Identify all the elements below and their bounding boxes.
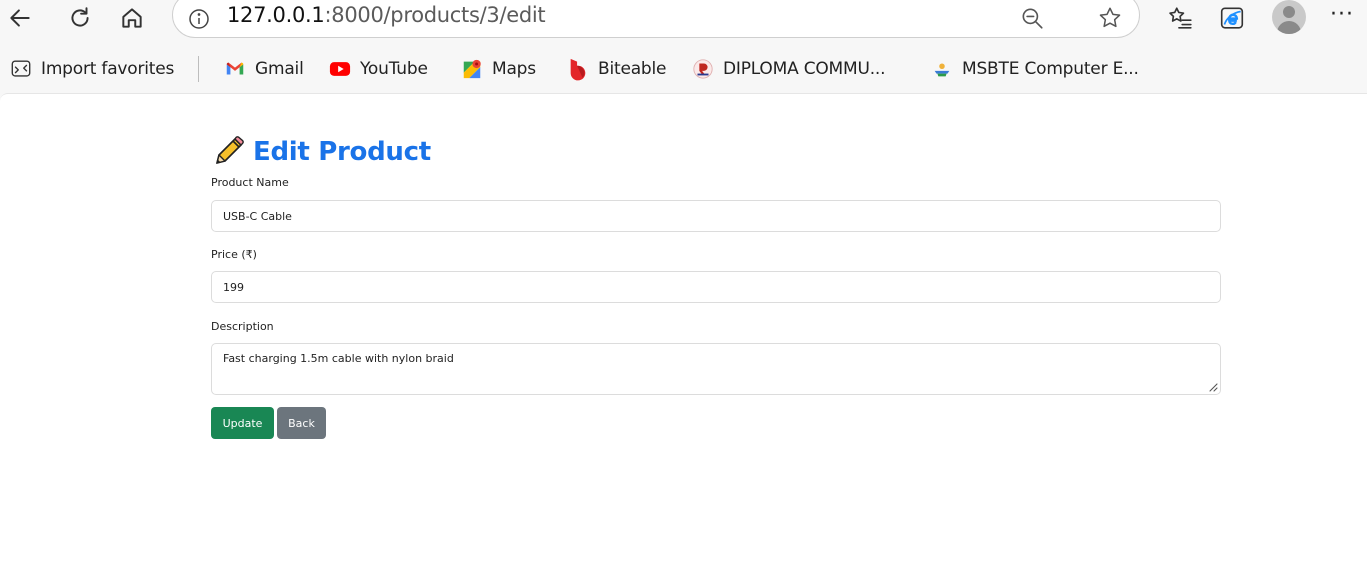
back-button[interactable]: Back bbox=[277, 407, 326, 439]
msbte-icon bbox=[931, 58, 953, 80]
favorite-biteable[interactable]: Biteable bbox=[567, 56, 667, 82]
favorite-label: DIPLOMA COMMU... bbox=[723, 59, 886, 79]
page-content: Edit Product Product Name Price (₹) Desc… bbox=[0, 93, 1367, 572]
favorite-label: MSBTE Computer E... bbox=[962, 59, 1139, 79]
product-name-label: Product Name bbox=[211, 176, 289, 189]
favorites-divider bbox=[198, 56, 199, 82]
product-name-input[interactable] bbox=[211, 200, 1221, 232]
pencil-icon bbox=[216, 136, 244, 164]
resize-grip-icon[interactable] bbox=[1208, 382, 1218, 392]
site-info-icon[interactable] bbox=[187, 7, 211, 31]
favorite-youtube[interactable]: YouTube bbox=[329, 56, 428, 82]
home-icon[interactable] bbox=[116, 2, 148, 34]
back-arrow-icon[interactable] bbox=[4, 2, 36, 34]
gmail-icon bbox=[224, 58, 246, 80]
url-host: 127.0.0.1 bbox=[227, 3, 325, 27]
diploma-icon bbox=[692, 58, 714, 80]
price-label: Price (₹) bbox=[211, 248, 257, 261]
favorite-gmail[interactable]: Gmail bbox=[224, 56, 304, 82]
youtube-icon bbox=[329, 58, 351, 80]
favorites-bar: Import favorites Gmail YouTube Maps Bite… bbox=[0, 48, 1367, 92]
favorites-list-icon[interactable] bbox=[1164, 2, 1196, 34]
browser-toolbar: 127.0.0.1:8000/products/3/edit ··· bbox=[0, 0, 1367, 40]
price-input[interactable] bbox=[211, 271, 1221, 303]
description-label: Description bbox=[211, 320, 274, 333]
update-button[interactable]: Update bbox=[211, 407, 274, 439]
description-textarea[interactable]: Fast charging 1.5m cable with nylon brai… bbox=[211, 343, 1221, 395]
more-menu-icon[interactable]: ··· bbox=[1330, 4, 1360, 30]
favorite-maps[interactable]: Maps bbox=[461, 56, 536, 82]
address-bar[interactable]: 127.0.0.1:8000/products/3/edit bbox=[172, 0, 1140, 38]
ie-mode-icon[interactable] bbox=[1216, 2, 1248, 34]
favorite-import-favorites[interactable]: Import favorites bbox=[10, 56, 174, 82]
favorite-label: YouTube bbox=[360, 59, 428, 79]
zoom-out-icon[interactable] bbox=[1019, 5, 1045, 31]
url-text[interactable]: 127.0.0.1:8000/products/3/edit bbox=[227, 3, 546, 27]
maps-icon bbox=[461, 58, 483, 80]
favorite-diploma[interactable]: DIPLOMA COMMU... bbox=[692, 56, 886, 82]
favorite-label: Import favorites bbox=[41, 59, 175, 79]
profile-avatar[interactable] bbox=[1272, 0, 1306, 34]
favorite-msbte[interactable]: MSBTE Computer E... bbox=[931, 56, 1139, 82]
refresh-icon[interactable] bbox=[64, 2, 96, 34]
favorite-label: Biteable bbox=[598, 59, 667, 79]
page-title: Edit Product bbox=[211, 134, 1221, 170]
edit-product-form: Edit Product Product Name Price (₹) Desc… bbox=[211, 134, 1221, 439]
favorite-star-icon[interactable] bbox=[1097, 5, 1123, 31]
page-title-text: Edit Product bbox=[253, 137, 431, 167]
favorite-label: Maps bbox=[492, 59, 536, 79]
biteable-icon bbox=[567, 58, 589, 81]
favorite-label: Gmail bbox=[255, 59, 304, 79]
url-path: :8000/products/3/edit bbox=[324, 3, 546, 27]
import-favorites-icon bbox=[10, 58, 32, 80]
